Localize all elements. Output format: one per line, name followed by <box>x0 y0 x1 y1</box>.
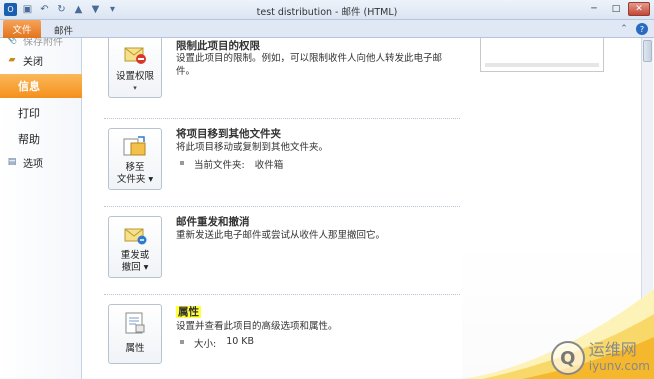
move-to-folder-button[interactable]: 移至 文件夹 ▾ <box>108 128 162 190</box>
properties-title-wrap: 属性 <box>176 304 201 319</box>
nav-options[interactable]: ▤ 选项 <box>0 154 82 170</box>
resend-recall-label: 重发或 撤回 ▾ <box>121 250 150 274</box>
chevron-down-icon: ▾ <box>145 174 154 185</box>
current-folder-row: 当前文件夹: 收件箱 <box>180 157 283 171</box>
ribbon-controls: ⌃ ? <box>618 23 648 35</box>
bullet-icon <box>180 161 184 165</box>
size-value: 10 KB <box>226 336 255 347</box>
backstage-nav: 📎 保存附件 ▰ 关闭 信息 打印 帮助 ▤ 选项 <box>0 38 82 379</box>
resend-envelope-icon <box>122 223 148 247</box>
watermark-brand: 运维网 <box>588 340 637 359</box>
window-controls: ─ □ ✕ <box>584 2 650 16</box>
move-to-folder-label: 移至 文件夹 ▾ <box>117 162 153 186</box>
section-divider <box>104 206 460 207</box>
watermark-logo: Q <box>550 341 585 375</box>
nav-info[interactable]: 信息 <box>0 74 82 98</box>
scrollbar-thumb[interactable] <box>643 40 652 62</box>
properties-icon <box>122 311 148 335</box>
properties-button[interactable]: 属性 <box>108 304 162 364</box>
move-folder-icon <box>122 135 148 159</box>
preview-content <box>485 63 599 67</box>
resend-description: 重新发送此电子邮件或尝试从收件人那里撤回它。 <box>176 230 386 241</box>
chevron-down-icon: ▾ <box>133 84 137 92</box>
section-divider <box>104 294 460 295</box>
close-button[interactable]: ✕ <box>628 2 650 16</box>
size-label: 大小: <box>194 339 217 350</box>
minimize-button[interactable]: ─ <box>584 2 604 16</box>
resend-label-line2: 撤回 <box>121 262 141 273</box>
properties-label: 属性 <box>125 343 145 354</box>
watermark-text: 运维网 iyunv.com <box>589 342 650 374</box>
current-folder-value: 收件箱 <box>254 160 284 171</box>
move-title: 将项目移到其他文件夹 <box>176 128 281 140</box>
watermark-url: iyunv.com <box>588 359 650 373</box>
help-icon[interactable]: ? <box>636 23 648 35</box>
maximize-button[interactable]: □ <box>606 2 626 16</box>
ribbon-tabs: 文件 邮件 ⌃ ? <box>0 20 654 38</box>
permission-envelope-icon <box>122 44 148 68</box>
resend-recall-button[interactable]: 重发或 撤回 ▾ <box>108 216 162 278</box>
move-label-line2: 文件夹 <box>116 174 146 185</box>
nav-print[interactable]: 打印 <box>0 104 82 122</box>
nav-close-label: 关闭 <box>23 56 43 68</box>
bullet-icon <box>180 340 184 344</box>
watermark: Q 运维网 iyunv.com <box>550 341 650 375</box>
resend-label-line1: 重发或 <box>120 250 150 261</box>
tab-mail[interactable]: 邮件 <box>54 23 73 37</box>
current-folder-label: 当前文件夹: <box>194 160 245 171</box>
permissions-title: 限制此项目的权限 <box>176 40 260 52</box>
properties-description: 设置并查看此项目的高级选项和属性。 <box>176 321 338 332</box>
chevron-down-icon: ▾ <box>140 262 149 273</box>
section-divider <box>104 118 460 119</box>
resend-title: 邮件重发和撤消 <box>176 216 250 228</box>
window-title: test distribution - 邮件 (HTML) <box>256 7 398 18</box>
size-row: 大小: 10 KB <box>180 336 254 350</box>
info-panel: 设置权限 ▾ 限制此项目的权限 设置此项目的限制。例如，可以限制收件人向他人转发… <box>82 38 462 379</box>
preview-pane: Q 运维网 iyunv.com <box>462 38 654 379</box>
options-icon: ▤ <box>7 157 17 167</box>
message-preview-thumbnail[interactable] <box>480 38 604 72</box>
tab-file[interactable]: 文件 <box>3 20 41 38</box>
properties-title: 属性 <box>176 306 201 318</box>
move-description: 将此项目移动或复制到其他文件夹。 <box>176 142 329 153</box>
nav-close[interactable]: ▰ 关闭 <box>0 52 82 68</box>
permissions-description: 设置此项目的限制。例如，可以限制收件人向他人转发此电子邮件。 <box>176 53 443 77</box>
set-permissions-label: 设置权限 <box>115 71 154 82</box>
move-label-line1: 移至 <box>125 162 145 173</box>
nav-options-label: 选项 <box>23 158 43 170</box>
title-bar: O ▣ ↶ ↻ ▲ ▼ ▾ test distribution - 邮件 (HT… <box>0 0 654 20</box>
set-permissions-button[interactable]: 设置权限 ▾ <box>108 38 162 98</box>
attachment-icon: 📎 <box>6 38 18 45</box>
close-folder-icon: ▰ <box>8 55 16 65</box>
nav-help[interactable]: 帮助 <box>0 130 82 148</box>
nav-save-attachments[interactable]: 📎 保存附件 <box>0 38 82 48</box>
nav-save-attachments-label: 保存附件 <box>23 38 63 48</box>
collapse-ribbon-icon[interactable]: ⌃ <box>618 23 630 35</box>
